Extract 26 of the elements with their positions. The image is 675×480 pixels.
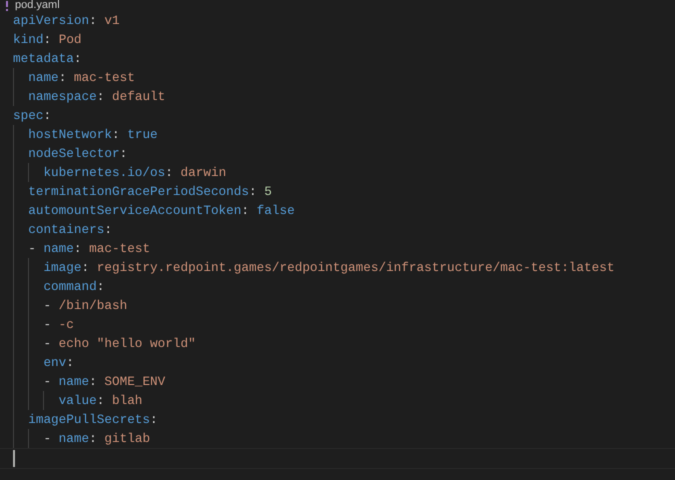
code-line: namespace: default [28, 88, 166, 106]
code-line: spec: [13, 107, 52, 125]
code-line: - name: gitlab [43, 430, 150, 448]
code-line: containers: [28, 221, 112, 239]
code-line: - /bin/bash [43, 297, 128, 315]
code-line: - name: mac-test [28, 240, 150, 258]
code-line: terminationGracePeriodSeconds: 5 [28, 183, 272, 201]
code-line: - echo "hello world" [43, 335, 196, 353]
code-line: env: [43, 354, 74, 372]
code-line: image: registry.redpoint.games/redpointgames/infrastructure/mac-test:latest [43, 259, 614, 277]
code-line: metadata: [13, 50, 82, 68]
code-line: name: mac-test [28, 69, 135, 87]
code-line: nodeSelector: [28, 145, 128, 163]
code-line: - -c [43, 316, 74, 334]
code-line: imagePullSecrets: [28, 411, 158, 429]
code-line: automountServiceAccountToken: false [28, 202, 295, 220]
code-line: kind: Pod [13, 31, 82, 49]
exclamation-icon [5, 0, 9, 10]
code-line: kubernetes.io/os: darwin [43, 164, 226, 182]
code-line: command: [43, 278, 104, 296]
code-line: - name: SOME_ENV [43, 373, 166, 391]
text-cursor [13, 450, 15, 467]
breadcrumb[interactable]: pod.yaml [15, 0, 60, 11]
code-line: hostNetwork: true [28, 126, 158, 144]
code-line: value: blah [58, 392, 142, 410]
code-line: apiVersion: v1 [13, 12, 120, 30]
